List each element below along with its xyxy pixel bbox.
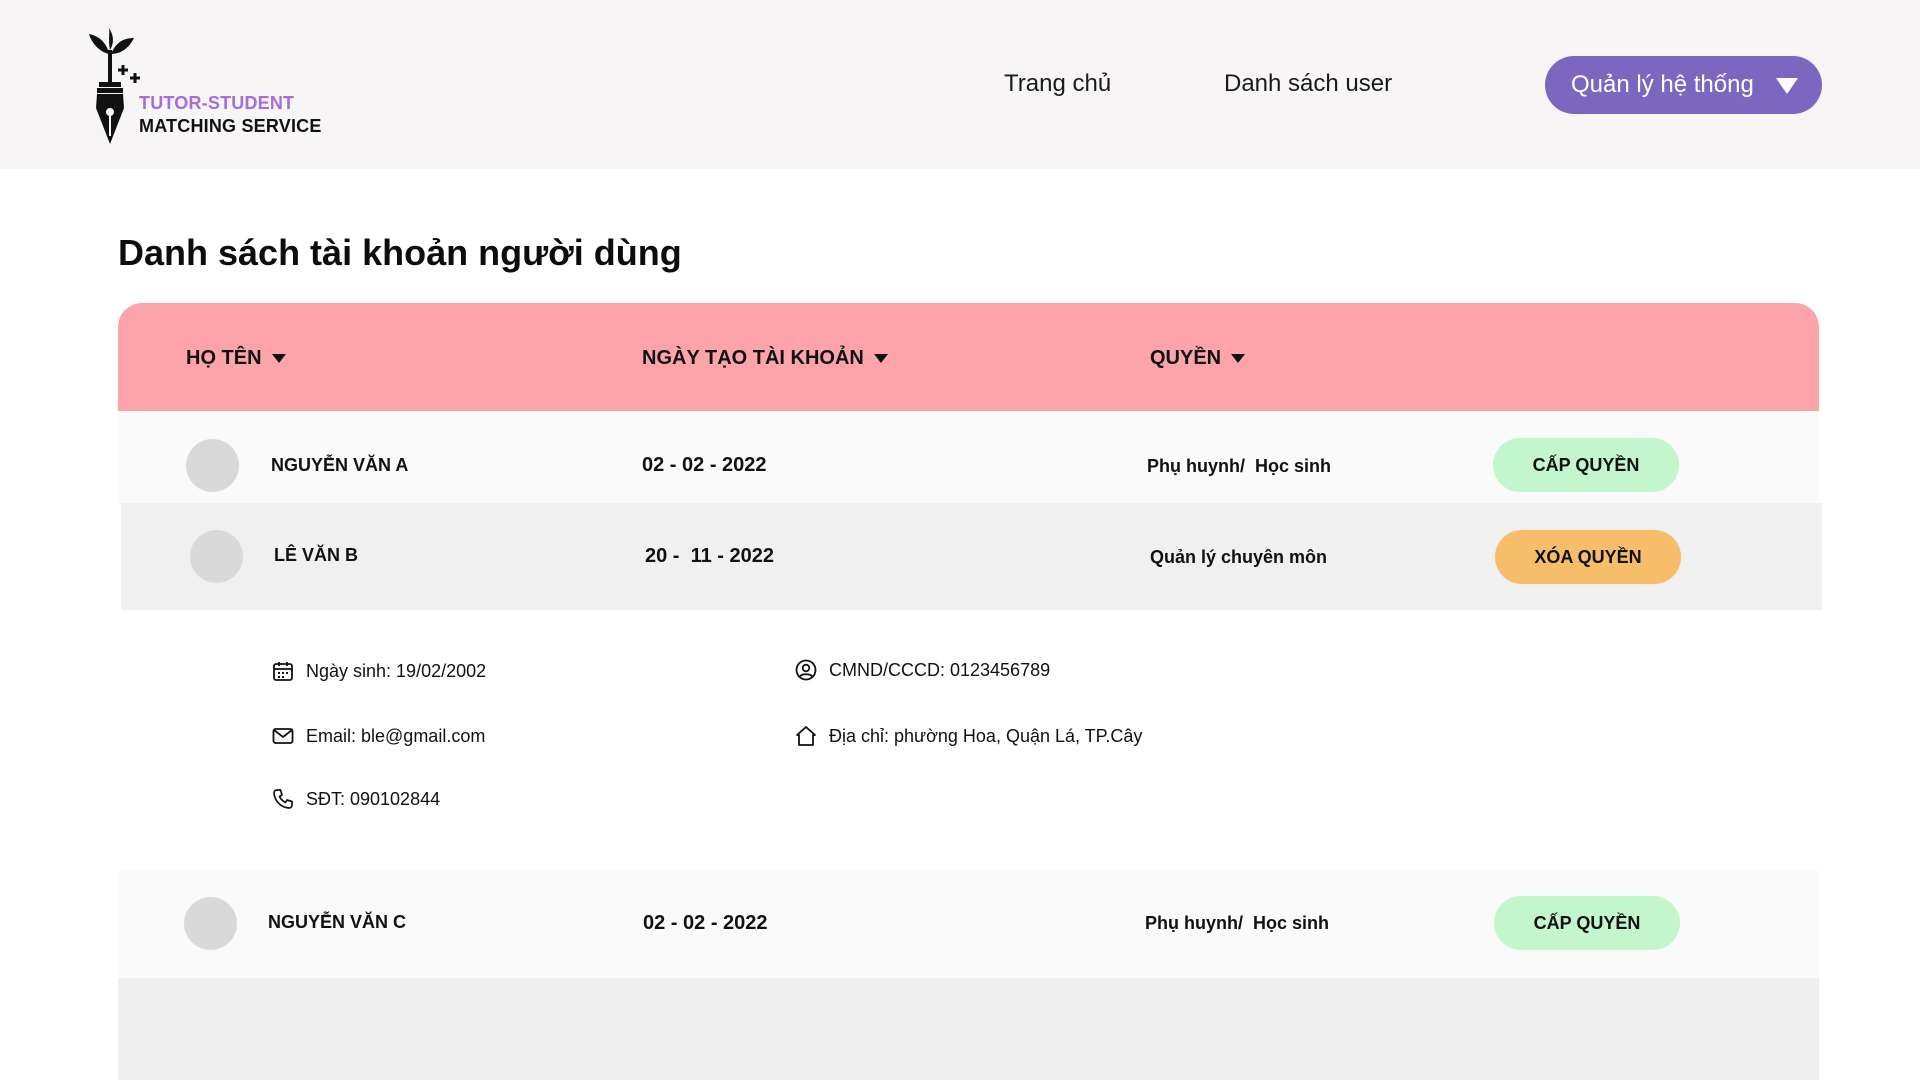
grant-permission-button[interactable]: CẤP QUYỀN: [1493, 438, 1679, 492]
sort-caret-icon: [873, 354, 888, 364]
phone-icon: [273, 789, 293, 809]
user-role: Phụ huynh/ Học sinh: [1147, 456, 1331, 476]
top-header: TUTOR-STUDENT MATCHING SERVICE Trang chủ…: [0, 0, 1920, 169]
column-header-name[interactable]: HỌ TÊN: [186, 347, 286, 370]
detail-id-card: CMND/CCCD: 0123456789: [795, 659, 1050, 681]
created-date: 20 - 11 - 2022: [645, 545, 774, 567]
caret-down-icon: [1776, 78, 1798, 94]
mail-icon: [272, 728, 294, 744]
detail-email: Email: ble@gmail.com: [272, 725, 485, 747]
page-title: Danh sách tài khoản người dùng: [118, 232, 682, 273]
grant-permission-button[interactable]: CẤP QUYỀN: [1494, 896, 1680, 950]
detail-birthday: Ngày sinh: 19/02/2002: [272, 660, 486, 682]
detail-address: Địa chỉ: phường Hoa, Quận Lá, TP.Cây: [795, 725, 1142, 747]
home-icon: [796, 726, 816, 746]
created-date: 02 - 02 - 2022: [643, 912, 768, 934]
user-name: LÊ VĂN B: [274, 545, 359, 565]
nav-user-list-link[interactable]: Danh sách user: [1224, 70, 1392, 98]
user-name: NGUYỄN VĂN C: [268, 912, 407, 932]
user-role: Phụ huynh/ Học sinh: [1145, 913, 1329, 933]
user-details-panel: Ngày sinh: 19/02/2002 Email: ble@gmail.c…: [118, 610, 1819, 870]
user-name: NGUYỄN VĂN A: [271, 455, 409, 475]
created-date: 02 - 02 - 2022: [642, 454, 767, 476]
sort-caret-icon: [271, 354, 286, 364]
user-circle-icon: [795, 659, 817, 681]
nav-home-link[interactable]: Trang chủ: [1004, 70, 1111, 98]
calendar-icon: [273, 662, 293, 681]
avatar: [184, 897, 237, 950]
sort-caret-icon: [1231, 354, 1246, 364]
table-header: HỌ TÊN NGÀY TẠO TÀI KHOẢN QUYỀN: [118, 303, 1819, 411]
table-row[interactable]: NGUYỄN VĂN C 02 - 02 - 2022 Phụ huynh/ H…: [118, 870, 1819, 978]
column-header-created-date[interactable]: NGÀY TẠO TÀI KHOẢN: [642, 347, 888, 370]
user-role: Quản lý chuyên môn: [1150, 547, 1328, 567]
avatar: [190, 530, 243, 583]
brand-line-2: MATCHING SERVICE: [139, 116, 322, 136]
table-row-empty: [118, 978, 1819, 1080]
table-row[interactable]: NGUYỄN VĂN A 02 - 02 - 2022 Phụ huynh/ H…: [118, 411, 1819, 503]
brand-line-1: TUTOR-STUDENT: [139, 93, 295, 113]
pen-nib-plant-icon: [89, 28, 140, 144]
avatar: [186, 439, 239, 492]
revoke-permission-button[interactable]: XÓA QUYỀN: [1495, 530, 1681, 584]
system-admin-dropdown[interactable]: Quản lý hệ thống: [1545, 56, 1822, 114]
detail-phone: SĐT: 090102844: [272, 788, 440, 810]
table-row[interactable]: LÊ VĂN B 20 - 11 - 2022 Quản lý chuyên m…: [121, 503, 1822, 610]
column-header-role[interactable]: QUYỀN: [1150, 347, 1246, 370]
system-admin-label: Quản lý hệ thống: [1571, 71, 1754, 98]
brand-logo[interactable]: TUTOR-STUDENT MATCHING SERVICE: [86, 28, 346, 148]
